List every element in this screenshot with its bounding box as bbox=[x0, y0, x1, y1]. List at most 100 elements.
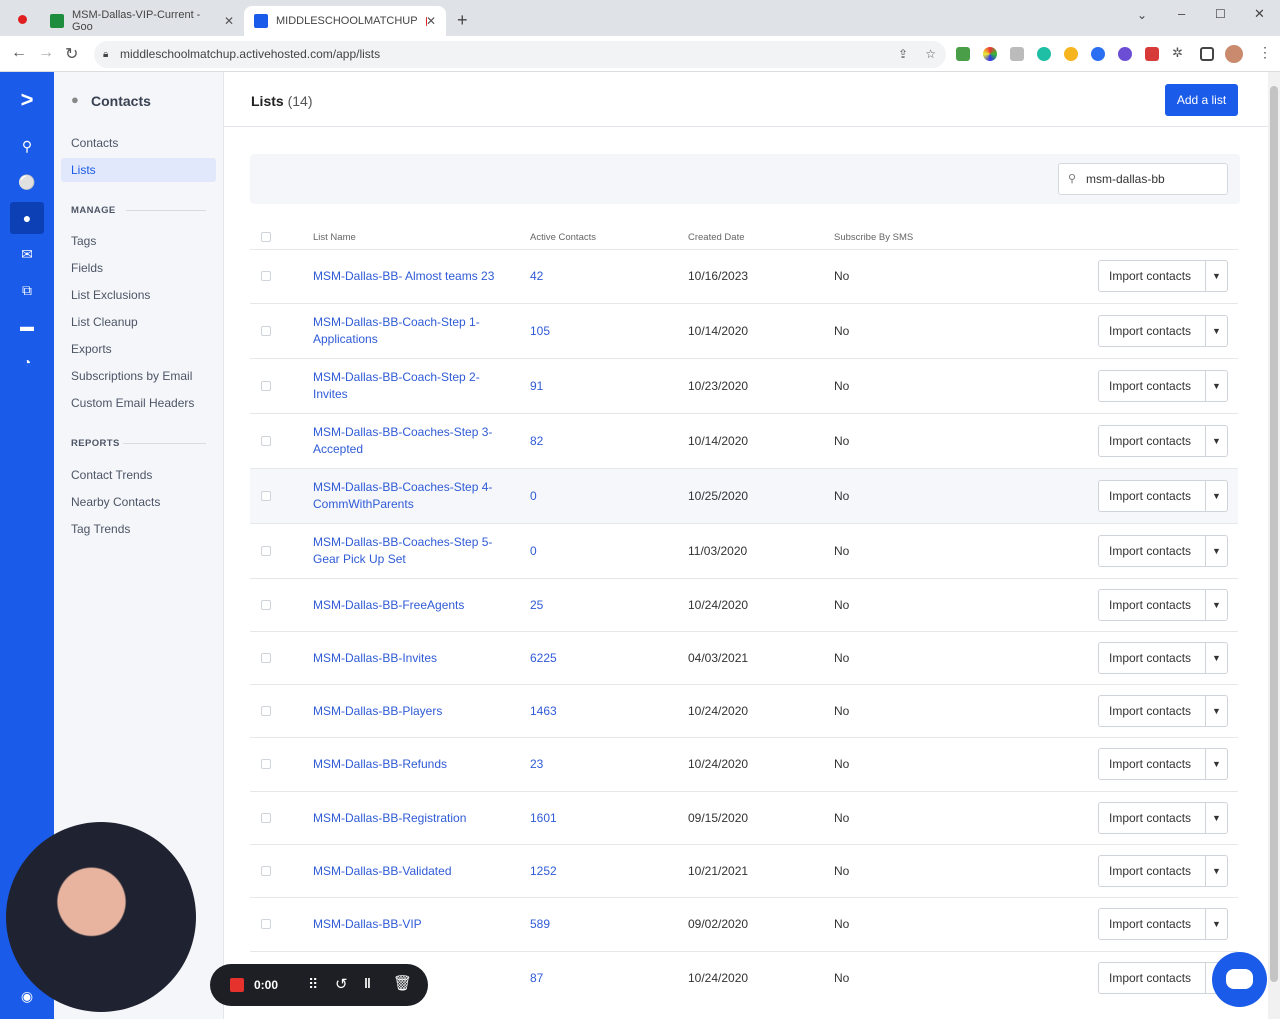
dropdown-caret-icon[interactable]: ▼ bbox=[1205, 480, 1227, 511]
active-contacts-count[interactable]: 25 bbox=[530, 598, 543, 612]
list-name-link[interactable]: MSM-Dallas-BB-Refunds bbox=[313, 756, 503, 773]
active-contacts-count[interactable]: 82 bbox=[530, 434, 543, 448]
row-checkbox[interactable] bbox=[261, 919, 271, 929]
sidebar-item-nearby-contacts[interactable]: Nearby Contacts bbox=[71, 495, 160, 509]
list-name-link[interactable]: MSM-Dallas-BB-Coach-Step 1-Applications bbox=[313, 314, 503, 348]
dropdown-caret-icon[interactable]: ▼ bbox=[1205, 535, 1227, 566]
list-name-link[interactable]: MSM-Dallas-BB-Coaches-Step 4-CommWithPar… bbox=[313, 479, 503, 513]
active-contacts-count[interactable]: 6225 bbox=[530, 651, 557, 665]
sidebar-item-contact-trends[interactable]: Contact Trends bbox=[71, 468, 152, 482]
stop-record-icon[interactable] bbox=[230, 978, 244, 992]
dropdown-caret-icon[interactable]: ▼ bbox=[1205, 802, 1227, 833]
row-checkbox[interactable] bbox=[261, 435, 271, 446]
active-contacts-count[interactable]: 87 bbox=[530, 971, 543, 985]
sidebar-item-tags[interactable]: Tags bbox=[71, 234, 96, 248]
row-checkbox[interactable] bbox=[261, 865, 271, 876]
reports-icon[interactable]: ◔ bbox=[10, 346, 44, 378]
import-contacts-button[interactable]: Import contacts▼ bbox=[1098, 748, 1228, 780]
active-contacts-count[interactable]: 589 bbox=[530, 917, 550, 931]
active-contacts-count[interactable]: 23 bbox=[530, 757, 543, 771]
dropdown-caret-icon[interactable]: ▼ bbox=[1205, 261, 1227, 291]
lightbulb-icon[interactable]: ⚪ bbox=[10, 166, 44, 198]
extension-icon[interactable] bbox=[1010, 47, 1024, 61]
deals-icon[interactable]: ▬ bbox=[10, 310, 44, 342]
bookmark-star-icon[interactable]: ☆ bbox=[925, 41, 936, 68]
import-contacts-button[interactable]: Import contacts▼ bbox=[1098, 694, 1228, 727]
close-icon[interactable]: ✕ bbox=[224, 14, 234, 28]
menu-dots-icon[interactable]: ⋮ bbox=[1258, 44, 1272, 61]
reload-icon[interactable]: ↻ bbox=[65, 44, 78, 64]
sidebar-item-lists[interactable]: Lists bbox=[61, 158, 216, 182]
row-checkbox[interactable] bbox=[261, 599, 271, 610]
extension-icon[interactable] bbox=[956, 47, 970, 61]
sidebar-item-list-exclusions[interactable]: List Exclusions bbox=[71, 288, 150, 302]
dropdown-caret-icon[interactable]: ▼ bbox=[1205, 695, 1227, 726]
list-name-link[interactable]: MSM-Dallas-BB-Coach-Step 2-Invites bbox=[313, 369, 503, 403]
row-checkbox[interactable] bbox=[261, 812, 271, 823]
import-contacts-button[interactable]: Import contacts▼ bbox=[1098, 424, 1228, 457]
dropdown-caret-icon[interactable]: ▼ bbox=[1205, 425, 1227, 456]
automation-icon[interactable]: ⧉ bbox=[10, 274, 44, 306]
extension-icon[interactable] bbox=[1145, 47, 1159, 61]
search-icon[interactable]: ⚲ bbox=[10, 130, 44, 162]
extension-icon[interactable] bbox=[1064, 47, 1078, 61]
tab-search-icon[interactable]: ⌄ bbox=[1137, 8, 1147, 22]
chat-button[interactable] bbox=[1212, 952, 1267, 1007]
extension-icon[interactable] bbox=[1091, 47, 1105, 61]
browser-tab-sheet[interactable]: MSM-Dallas-VIP-Current - Goo ✕ bbox=[40, 6, 244, 36]
active-contacts-count[interactable]: 105 bbox=[530, 324, 550, 338]
list-name-link[interactable]: MSM-Dallas-BB-Players bbox=[313, 703, 503, 720]
dropdown-caret-icon[interactable]: ▼ bbox=[1205, 370, 1227, 401]
import-contacts-button[interactable]: Import contacts▼ bbox=[1098, 801, 1228, 834]
import-contacts-button[interactable]: Import contacts▼ bbox=[1098, 479, 1228, 512]
minimize-icon[interactable]: – bbox=[1178, 6, 1185, 21]
dropdown-caret-icon[interactable]: ▼ bbox=[1205, 642, 1227, 673]
import-contacts-button[interactable]: Import contacts▼ bbox=[1098, 314, 1228, 347]
dropdown-caret-icon[interactable]: ▼ bbox=[1205, 909, 1227, 939]
row-checkbox[interactable] bbox=[261, 380, 271, 391]
row-checkbox[interactable] bbox=[261, 705, 271, 716]
extension-icon[interactable] bbox=[1037, 47, 1051, 61]
browser-tab-active[interactable]: MIDDLESCHOOLMATCHUP ✕ bbox=[244, 6, 446, 36]
active-contacts-count[interactable]: 1463 bbox=[530, 704, 557, 718]
close-window-icon[interactable]: ✕ bbox=[1254, 6, 1265, 22]
extension-icon[interactable] bbox=[983, 47, 997, 61]
active-contacts-count[interactable]: 0 bbox=[530, 544, 537, 558]
url-field[interactable]: 🔒︎ middleschoolmatchup.activehosted.com/… bbox=[94, 41, 946, 68]
import-contacts-button[interactable]: Import contacts▼ bbox=[1098, 534, 1228, 567]
page-scrollbar[interactable] bbox=[1268, 72, 1280, 1019]
active-contacts-count[interactable]: 1252 bbox=[530, 864, 557, 878]
profile-avatar[interactable] bbox=[1225, 45, 1243, 63]
list-name-link[interactable]: MSM-Dallas-BB-Coaches-Step 3-Accepted bbox=[313, 424, 503, 458]
active-contacts-count[interactable]: 42 bbox=[530, 269, 543, 283]
search-input[interactable] bbox=[1058, 163, 1228, 195]
pause-icon[interactable]: ‖ bbox=[364, 975, 371, 991]
row-checkbox[interactable] bbox=[261, 490, 271, 501]
trash-icon[interactable]: 🗑︎ bbox=[393, 974, 412, 992]
scrollbar-thumb[interactable] bbox=[1270, 86, 1278, 982]
row-checkbox[interactable] bbox=[261, 759, 271, 769]
active-contacts-count[interactable]: 1601 bbox=[530, 811, 557, 825]
sidebar-item-contacts[interactable]: Contacts bbox=[71, 136, 118, 150]
import-contacts-button[interactable]: Import contacts▼ bbox=[1098, 588, 1228, 621]
column-header-list-name[interactable]: List Name bbox=[313, 232, 356, 243]
back-icon[interactable]: ← bbox=[11, 44, 27, 62]
row-checkbox[interactable] bbox=[261, 652, 271, 663]
list-name-link[interactable]: MSM-Dallas-BB-Invites bbox=[313, 650, 503, 667]
active-contacts-count[interactable]: 91 bbox=[530, 379, 543, 393]
import-contacts-button[interactable]: Import contacts▼ bbox=[1098, 260, 1228, 292]
sidebar-item-tag-trends[interactable]: Tag Trends bbox=[71, 522, 130, 536]
import-contacts-button[interactable]: Import contacts▼ bbox=[1098, 961, 1228, 994]
active-contacts-count[interactable]: 0 bbox=[530, 489, 537, 503]
import-contacts-button[interactable]: Import contacts▼ bbox=[1098, 641, 1228, 674]
new-tab-icon[interactable]: + bbox=[457, 10, 468, 31]
dropdown-caret-icon[interactable]: ▼ bbox=[1205, 315, 1227, 346]
side-panel-icon[interactable] bbox=[1200, 47, 1214, 61]
dropdown-caret-icon[interactable]: ▼ bbox=[1205, 589, 1227, 620]
sidebar-item-fields[interactable]: Fields bbox=[71, 261, 103, 275]
share-icon[interactable]: ⇪ bbox=[898, 41, 908, 68]
extension-icon[interactable] bbox=[1118, 47, 1132, 61]
puzzle-icon[interactable]: ✲ bbox=[1172, 45, 1183, 61]
sidebar-item-exports[interactable]: Exports bbox=[71, 342, 112, 356]
row-checkbox[interactable] bbox=[261, 325, 271, 336]
